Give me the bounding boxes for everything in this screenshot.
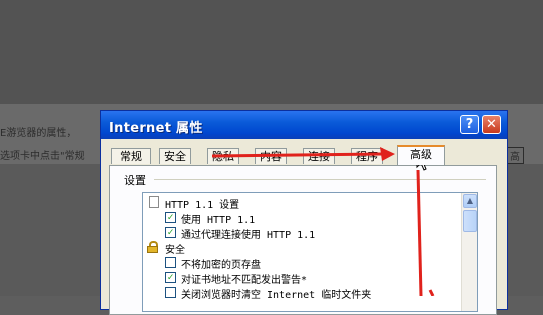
option-label[interactable]: 关闭浏览器时清空 Internet 临时文件夹 — [181, 286, 371, 301]
option-label[interactable]: 使用 HTTP 1.1 — [181, 211, 255, 226]
checkbox-checked[interactable]: ✓ — [165, 212, 176, 223]
title-bar[interactable]: Internet 属性 ? ✕ — [101, 111, 507, 139]
tab-programs[interactable]: 程序 — [351, 148, 383, 164]
option-label[interactable]: 通过代理连接使用 HTTP 1.1 — [181, 226, 315, 241]
vertical-scrollbar[interactable]: ▲ — [461, 193, 477, 311]
help-button[interactable]: ? — [460, 115, 479, 134]
lock-icon — [147, 241, 158, 253]
settings-divider — [154, 179, 486, 180]
settings-list[interactable]: HTTP 1.1 设置 ✓ 使用 HTTP 1.1 ✓ 通过代理连接使用 HTT… — [142, 192, 478, 312]
option-label[interactable]: 对证书地址不匹配发出警告* — [181, 271, 307, 286]
option-label[interactable]: 不将加密的页存盘 — [181, 256, 261, 271]
group-label: HTTP 1.1 设置 — [165, 200, 240, 211]
checkbox-unchecked[interactable] — [165, 287, 176, 298]
close-button[interactable]: ✕ — [482, 115, 501, 134]
checkbox-checked[interactable]: ✓ — [165, 272, 176, 283]
tab-security[interactable]: 安全 — [159, 148, 191, 164]
settings-label: 设置 — [124, 174, 146, 187]
background-text-line-1: E游览器的属性， — [0, 128, 77, 139]
tab-content[interactable]: 内容 — [255, 148, 287, 164]
tab-privacy[interactable]: 隐私 — [207, 148, 239, 164]
scroll-up-arrow-icon[interactable]: ▲ — [463, 194, 477, 208]
page-icon — [149, 196, 159, 208]
checkbox-checked[interactable]: ✓ — [165, 227, 176, 238]
advanced-tab-panel: 设置 HTTP 1.1 设置 ✓ 使用 HTTP 1.1 ✓ 通过代理连接使用 … — [109, 165, 497, 315]
tab-advanced[interactable]: 高级 — [397, 145, 445, 165]
background-text-line-2: 选项卡中点击"常规 — [0, 151, 85, 162]
scroll-thumb[interactable] — [463, 210, 477, 232]
tab-connections[interactable]: 连接 — [303, 148, 335, 164]
internet-properties-dialog: Internet 属性 ? ✕ 常规 安全 隐私 内容 连接 程序 高级 设置 … — [100, 110, 508, 315]
group-label: 安全 — [165, 245, 185, 256]
dialog-title: Internet 属性 — [109, 121, 203, 136]
background-text-right: 高 — [506, 147, 524, 164]
checkbox-unchecked[interactable] — [165, 257, 176, 268]
background-top — [0, 0, 543, 104]
tab-general[interactable]: 常规 — [111, 148, 151, 164]
